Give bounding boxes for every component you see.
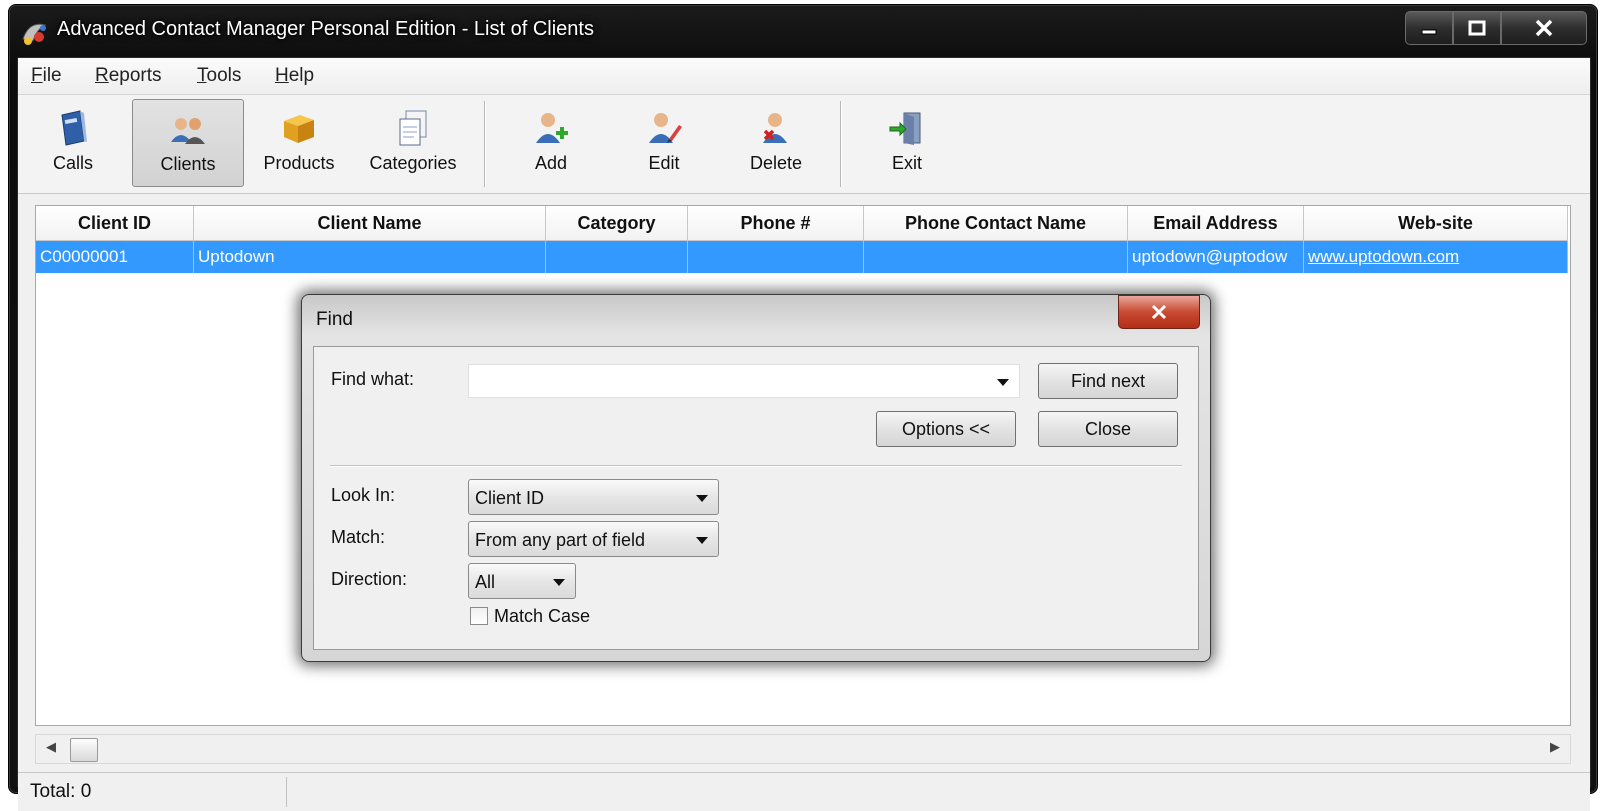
cell-phone-contact[interactable] [864,241,1128,273]
match-value: From any part of field [475,530,646,550]
grid-header: Client ID Client Name Category Phone # P… [36,206,1568,241]
toolbar-products-button[interactable]: Products [244,99,354,185]
horizontal-scrollbar[interactable]: ◀ ▶ [35,734,1571,764]
toolbar-add-label: Add [534,153,568,173]
match-select[interactable]: From any part of field [468,521,719,557]
match-case-label[interactable]: Match Case [494,606,590,627]
calls-book-icon [61,110,87,146]
toolbar-clients-label: Clients [160,154,216,174]
toolbar-edit-label: Edit [648,153,680,173]
toolbar-separator [840,101,842,187]
table-row[interactable]: C00000001 Uptodown uptodown@uptodow www.… [36,241,1568,273]
column-header-category[interactable]: Category [546,206,688,240]
column-header-client-name[interactable]: Client Name [194,206,546,240]
dialog-divider [330,465,1182,467]
find-dialog-body: Find what: Find next Options << Close Lo… [313,346,1199,650]
menu-reports[interactable]: Reports [95,65,162,87]
find-dialog: Find Find what: Find next Options << Clo… [301,294,1211,662]
maximize-icon [1468,20,1486,36]
edit-user-icon [649,113,682,143]
delete-user-icon [763,113,787,143]
toolbar-add-button[interactable]: Add [496,99,606,185]
window-close-button[interactable] [1501,11,1587,45]
add-user-icon [536,113,568,143]
find-what-combobox[interactable] [468,364,1020,398]
toolbar-edit-button[interactable]: Edit [609,99,719,185]
caption-buttons [1405,11,1587,45]
menu-bar: File Reports Tools Help [18,58,1590,95]
toolbar-delete-label: Delete [749,153,803,173]
chevron-down-icon [553,579,565,586]
close-icon [1151,304,1167,320]
categories-documents-icon [399,110,427,146]
column-header-website[interactable]: Web-site [1304,206,1568,240]
exit-door-icon [889,112,921,145]
menu-file[interactable]: File [31,65,62,87]
look-in-select[interactable]: Client ID [468,479,719,515]
column-header-email[interactable]: Email Address [1128,206,1304,240]
menu-tools[interactable]: Tools [197,65,241,87]
direction-select[interactable]: All [468,563,576,599]
toolbar-calls-label: Calls [52,153,93,173]
toolbar-categories-label: Categories [369,153,457,173]
cell-email[interactable]: uptodown@uptodow [1128,241,1304,273]
direction-label: Direction: [331,569,408,589]
toolbar-calls-button[interactable]: Calls [18,99,128,185]
toolbar-categories-button[interactable]: Categories [358,99,468,185]
app-logo-icon[interactable] [19,19,49,47]
window-title: Advanced Contact Manager Personal Editio… [57,18,594,40]
toolbar-exit-label: Exit [891,153,922,173]
direction-value: All [475,572,496,592]
look-in-value: Client ID [475,488,545,508]
menu-help[interactable]: Help [275,65,314,87]
cell-phone[interactable] [688,241,864,273]
toolbar-exit-button[interactable]: Exit [852,99,962,185]
cell-client-name[interactable]: Uptodown [194,241,546,273]
scroll-left-arrow-icon[interactable]: ◀ [46,739,56,755]
minimize-icon [1421,29,1437,35]
toolbar-products-label: Products [263,153,335,173]
products-box-icon [284,115,314,143]
scroll-right-arrow-icon[interactable]: ▶ [1550,739,1560,755]
cell-category[interactable] [546,241,688,273]
match-case-checkbox[interactable] [470,607,488,625]
clients-people-icon [171,118,205,144]
find-next-button[interactable]: Find next [1038,363,1178,399]
toolbar: Calls Clients Products Categories Add Ed… [18,95,1590,194]
column-header-phone[interactable]: Phone # [688,206,864,240]
chevron-down-icon[interactable] [997,379,1009,386]
toolbar-separator [484,101,486,187]
close-icon [1535,19,1553,37]
maximize-button[interactable] [1453,11,1501,45]
column-header-client-id[interactable]: Client ID [36,206,194,240]
find-dialog-close-button[interactable] [1118,295,1200,329]
title-bar[interactable]: Advanced Contact Manager Personal Editio… [9,5,1597,57]
status-separator [286,777,287,807]
status-bar: Total: 0 [18,772,1590,811]
cell-website-link[interactable]: www.uptodown.com [1304,241,1568,273]
column-header-phone-contact[interactable]: Phone Contact Name [864,206,1128,240]
toolbar-clients-button[interactable]: Clients [132,99,244,187]
minimize-button[interactable] [1405,11,1453,45]
toolbar-delete-button[interactable]: Delete [721,99,831,185]
find-what-label: Find what: [331,369,415,389]
options-button[interactable]: Options << [876,411,1016,447]
close-button[interactable]: Close [1038,411,1178,447]
match-label: Match: [331,527,386,547]
chevron-down-icon [696,495,708,502]
find-dialog-title: Find [316,309,353,330]
look-in-label: Look In: [331,485,396,505]
chevron-down-icon [696,537,708,544]
cell-client-id[interactable]: C00000001 [36,241,194,273]
scrollbar-thumb[interactable] [70,738,98,762]
